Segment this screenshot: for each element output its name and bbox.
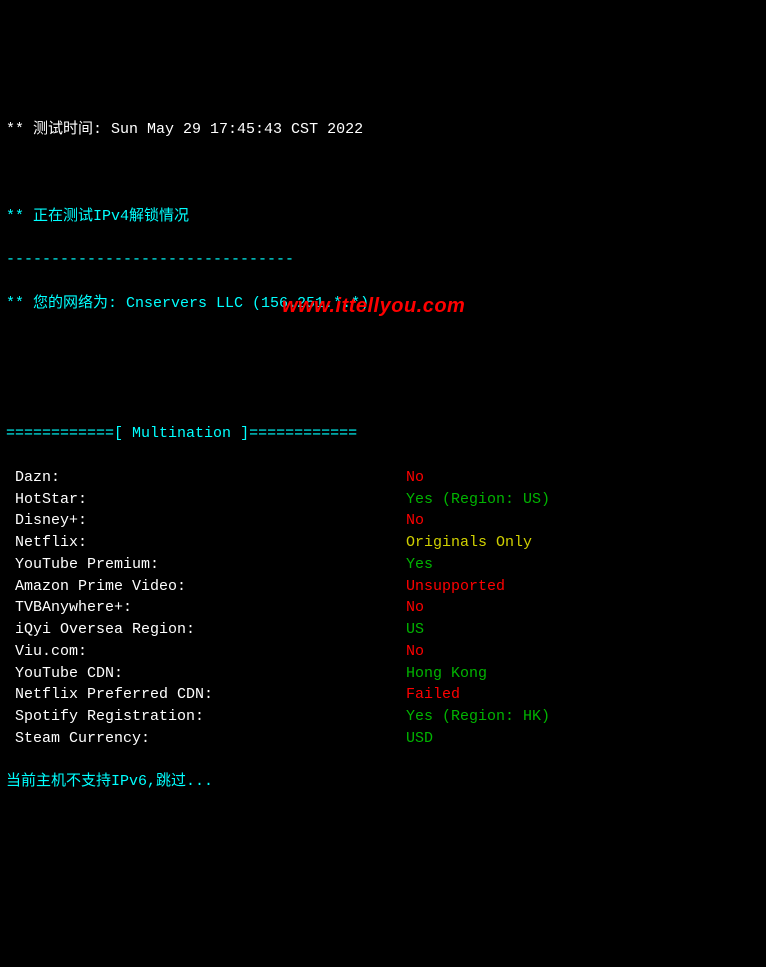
results-table: Dazn:No HotStar:Yes (Region: US) Disney+… (6, 467, 760, 750)
blank-line (6, 162, 760, 184)
blank-line (6, 380, 760, 402)
blank-line (6, 336, 760, 358)
divider-prefix: ============[ (6, 425, 132, 442)
test-time-value: Sun May 29 17:45:43 CST 2022 (111, 121, 363, 138)
service-status: No (406, 643, 424, 660)
asterisks: ** (6, 295, 24, 312)
divider-suffix: ]============ (231, 425, 357, 442)
service-status: No (406, 599, 424, 616)
service-label: TVBAnywhere+: (6, 597, 406, 619)
service-label: Spotify Registration: (6, 706, 406, 728)
service-status: Yes (Region: HK) (406, 708, 550, 725)
service-label: YouTube Premium: (6, 554, 406, 576)
service-status: Originals Only (406, 534, 532, 551)
service-status: USD (406, 730, 433, 747)
network-value: Cnservers LLC (156.251.*.*) (126, 295, 369, 312)
result-row: Netflix Preferred CDN:Failed (6, 684, 760, 706)
test-time-label: 测试时间: (24, 121, 111, 138)
service-label: YouTube CDN: (6, 663, 406, 685)
service-label: Steam Currency: (6, 728, 406, 750)
asterisks: ** (6, 208, 24, 225)
service-label: Dazn: (6, 467, 406, 489)
ipv4-test-line: ** 正在测试IPv4解锁情况 (6, 206, 760, 228)
service-status: Failed (406, 686, 460, 703)
result-row: HotStar:Yes (Region: US) (6, 489, 760, 511)
section-divider: ============[ Multination ]============ (6, 423, 760, 445)
network-line: ** 您的网络为: Cnservers LLC (156.251.*.*) (6, 293, 760, 315)
asterisks: ** (6, 121, 24, 138)
service-label: Viu.com: (6, 641, 406, 663)
result-row: Disney+:No (6, 510, 760, 532)
service-status: Yes (406, 556, 433, 573)
service-status: US (406, 621, 424, 638)
dash-divider: -------------------------------- (6, 249, 760, 271)
service-label: Netflix: (6, 532, 406, 554)
result-row: Spotify Registration:Yes (Region: HK) (6, 706, 760, 728)
service-status: Yes (Region: US) (406, 491, 550, 508)
result-row: iQyi Oversea Region:US (6, 619, 760, 641)
network-label: 您的网络为: (24, 295, 126, 312)
result-row: Amazon Prime Video:Unsupported (6, 576, 760, 598)
result-row: TVBAnywhere+:No (6, 597, 760, 619)
service-status: Hong Kong (406, 665, 487, 682)
test-time-line: ** 测试时间: Sun May 29 17:45:43 CST 2022 (6, 119, 760, 141)
service-label: HotStar: (6, 489, 406, 511)
ipv6-skip-line: 当前主机不支持IPv6,跳过... (6, 771, 760, 793)
service-status: No (406, 512, 424, 529)
result-row: Steam Currency:USD (6, 728, 760, 750)
result-row: YouTube CDN:Hong Kong (6, 663, 760, 685)
result-row: Viu.com:No (6, 641, 760, 663)
service-label: iQyi Oversea Region: (6, 619, 406, 641)
ipv4-testing-label: 正在测试IPv4解锁情况 (24, 208, 189, 225)
section-title: Multination (132, 425, 231, 442)
service-status: No (406, 469, 424, 486)
service-label: Netflix Preferred CDN: (6, 684, 406, 706)
result-row: Netflix:Originals Only (6, 532, 760, 554)
result-row: Dazn:No (6, 467, 760, 489)
service-status: Unsupported (406, 578, 505, 595)
service-label: Disney+: (6, 510, 406, 532)
service-label: Amazon Prime Video: (6, 576, 406, 598)
terminal-output: ** 测试时间: Sun May 29 17:45:43 CST 2022 **… (6, 97, 760, 815)
result-row: YouTube Premium:Yes (6, 554, 760, 576)
